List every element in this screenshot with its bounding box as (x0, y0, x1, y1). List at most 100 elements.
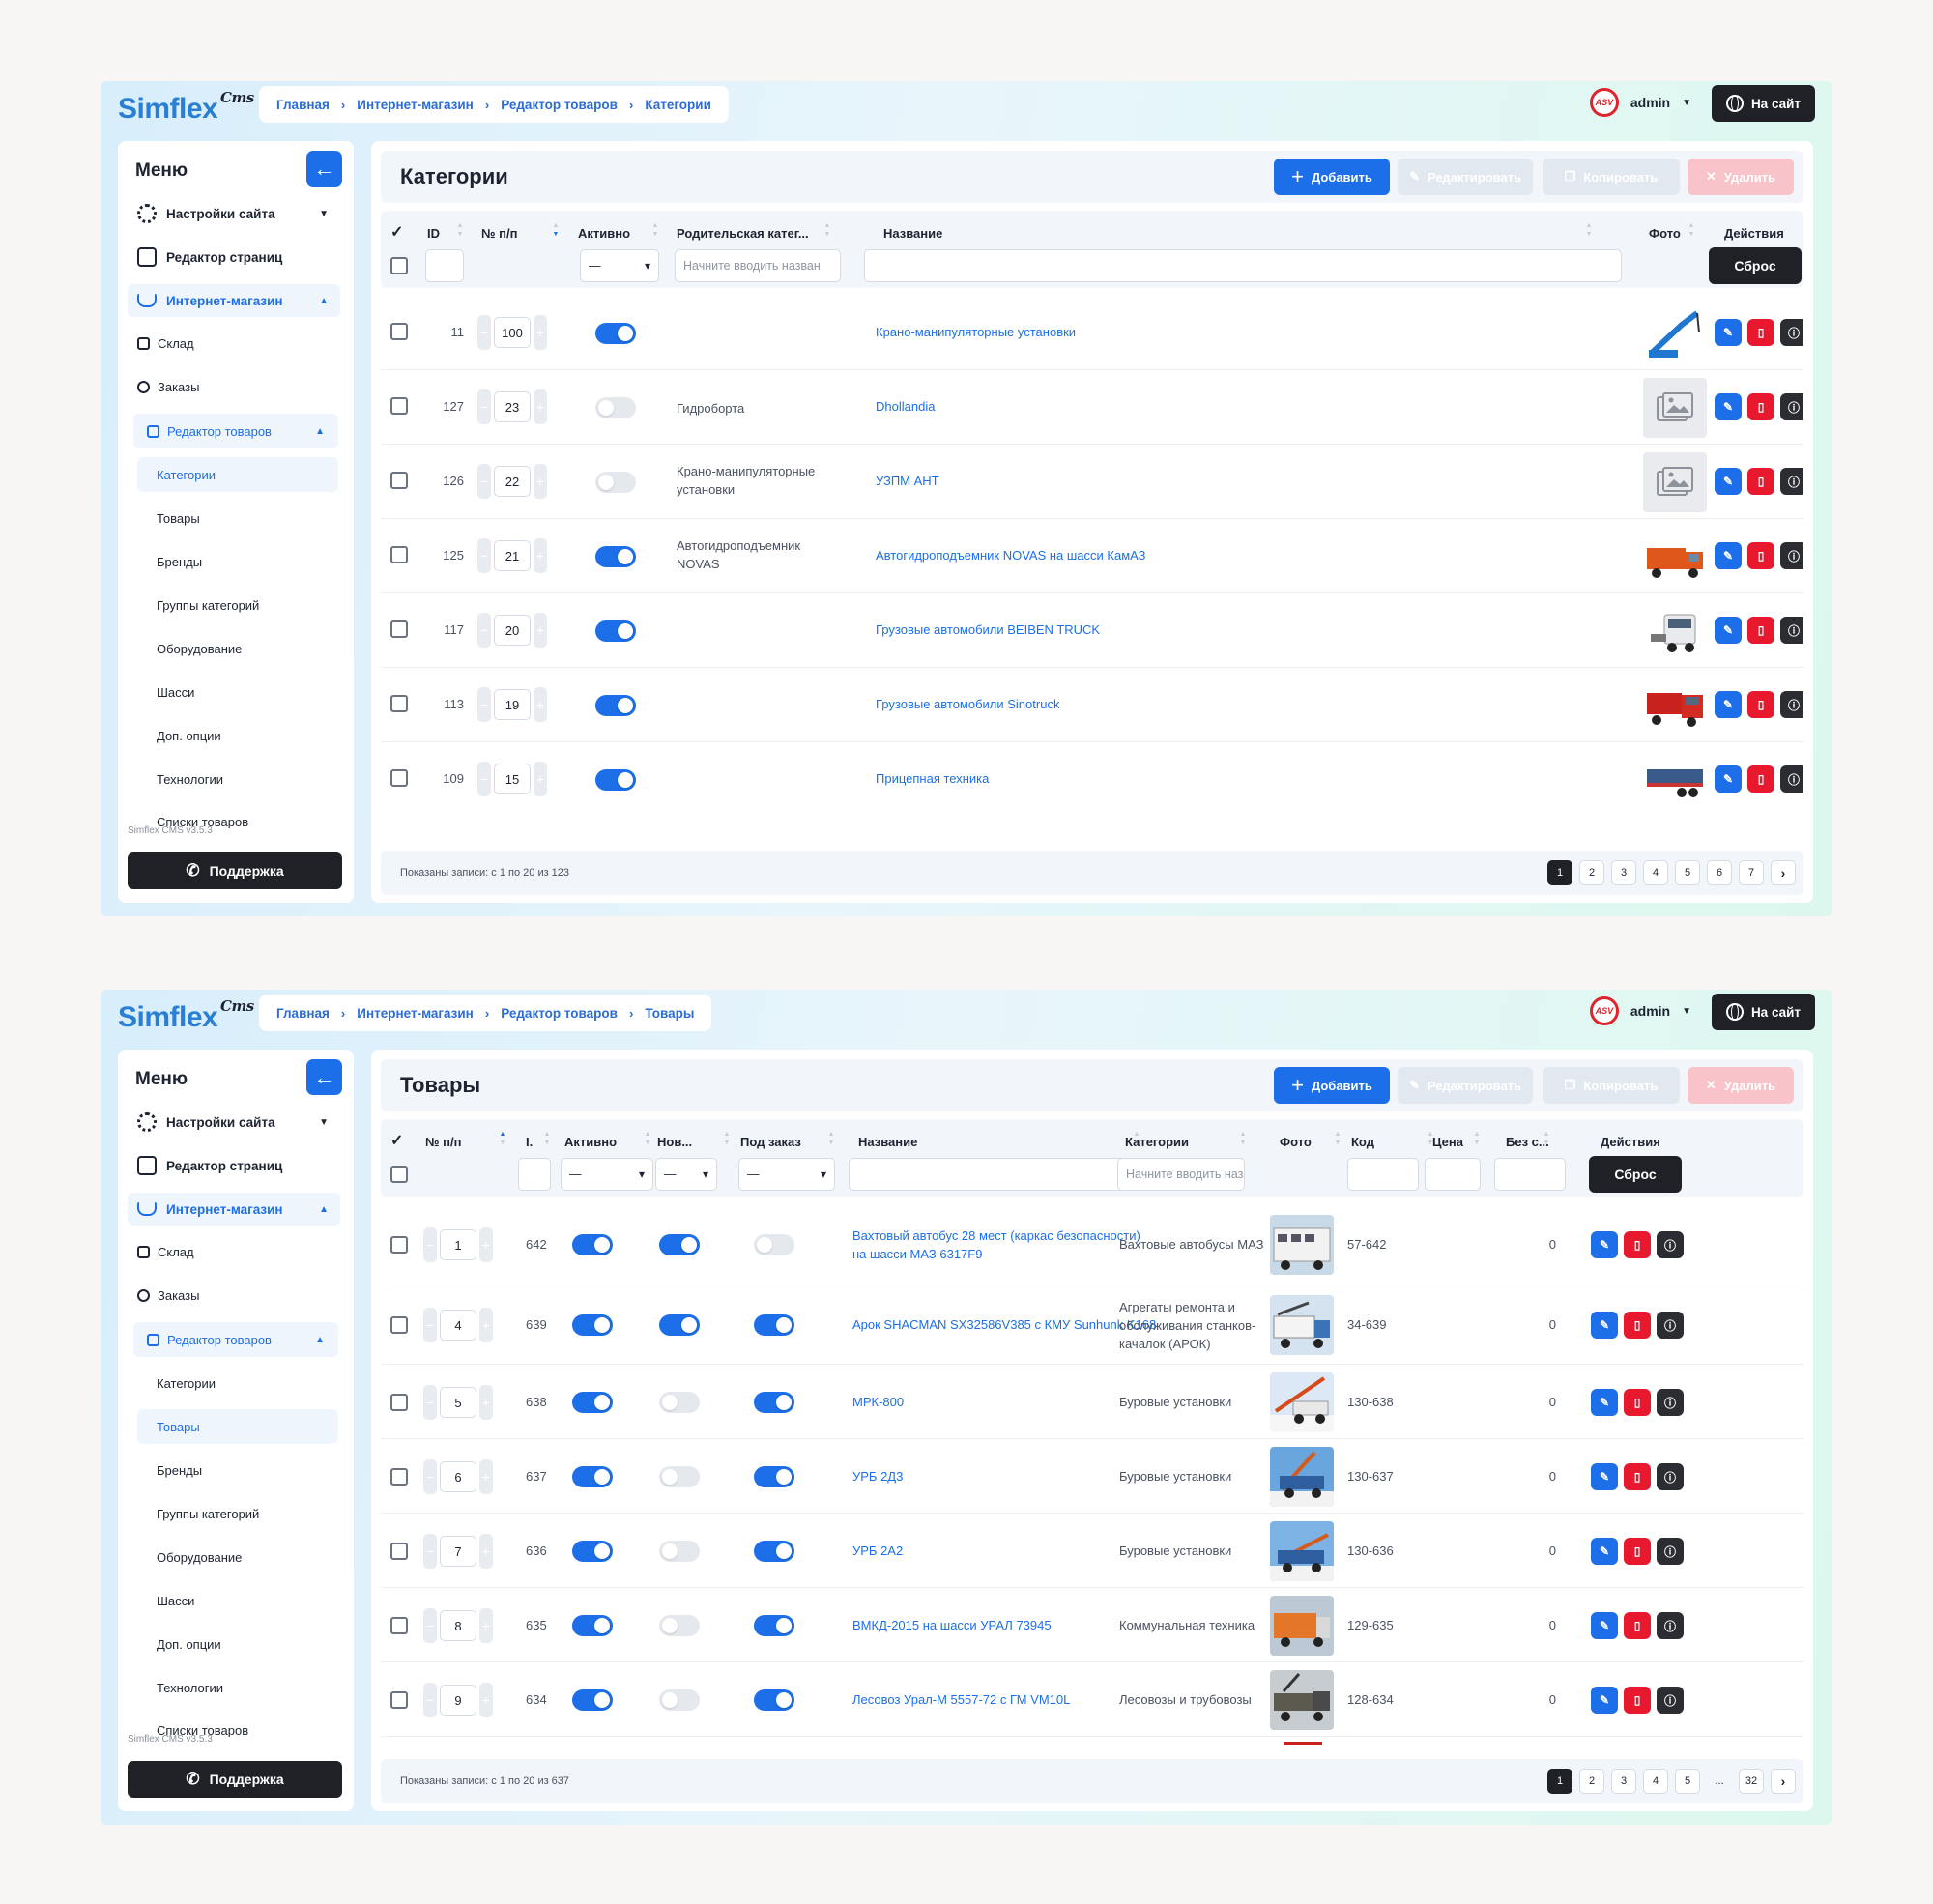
row-edit-button[interactable]: ✎ (1715, 617, 1742, 644)
row-edit-button[interactable]: ✎ (1715, 691, 1742, 718)
active-toggle[interactable] (572, 1234, 613, 1255)
row-info-button[interactable]: ⓘ (1780, 393, 1803, 420)
add-button[interactable]: + Добавить (1274, 1067, 1390, 1104)
position-stepper[interactable]: −100 + (477, 315, 547, 350)
page-button[interactable]: 3 (1611, 860, 1636, 885)
row-info-button[interactable]: ⓘ (1780, 468, 1803, 495)
plus-button[interactable]: + (479, 1534, 493, 1569)
row-checkbox[interactable] (390, 1468, 408, 1486)
plus-button[interactable]: + (534, 389, 547, 424)
row-info-button[interactable]: ⓘ (1780, 319, 1803, 346)
row-edit-button[interactable]: ✎ (1591, 1687, 1618, 1714)
sidebar-item-category-groups[interactable]: Группы категорий (137, 1496, 338, 1531)
sort-desc-icon[interactable]: ▼ (543, 1140, 551, 1147)
sort-desc-icon[interactable]: ▼ (827, 1140, 835, 1147)
plus-button[interactable]: + (479, 1608, 493, 1643)
crumb-shop[interactable]: Интернет-магазин (357, 1006, 474, 1021)
position-input[interactable]: 100 (494, 317, 531, 348)
plus-button[interactable]: + (534, 762, 547, 796)
position-stepper[interactable]: −23 + (477, 389, 547, 424)
filter-id[interactable] (518, 1158, 551, 1191)
sidebar-item-tech[interactable]: Технологии (137, 762, 338, 796)
order-toggle[interactable] (754, 1234, 794, 1255)
column-id[interactable]: I. (526, 1135, 545, 1149)
sort-asc-icon[interactable]: ▲ (499, 1131, 506, 1139)
to-site-button[interactable]: На сайт (1712, 85, 1815, 122)
row-delete-button[interactable]: ▯ (1747, 319, 1774, 346)
sort-asc-icon[interactable]: ▲ (644, 1131, 651, 1139)
position-stepper[interactable]: −22 + (477, 464, 547, 499)
sort-desc-icon[interactable]: ▼ (1334, 1140, 1342, 1147)
row-info-button[interactable]: ⓘ (1780, 765, 1803, 793)
minus-button[interactable]: − (477, 315, 491, 350)
delete-button[interactable]: ✕ Удалить (1688, 159, 1794, 195)
cell-name-link[interactable]: Крано-манипуляторные установки (876, 325, 1076, 339)
row-delete-button[interactable]: ▯ (1747, 393, 1774, 420)
row-edit-button[interactable]: ✎ (1715, 468, 1742, 495)
filter-id[interactable] (425, 249, 464, 282)
new-toggle[interactable] (659, 1234, 700, 1255)
row-info-button[interactable]: ⓘ (1657, 1463, 1684, 1490)
active-toggle[interactable] (595, 472, 636, 493)
table-row[interactable]: −1 +642 Вахтовый автобус 28 мест (каркас б… (381, 1204, 1803, 1284)
position-input[interactable]: 21 (494, 540, 531, 571)
sort-asc-icon[interactable]: ▲ (456, 222, 464, 230)
sort-asc-icon[interactable]: ▲ (1239, 1131, 1247, 1139)
minus-button[interactable]: − (477, 762, 491, 796)
filter-active[interactable]: — ▾ (580, 249, 659, 282)
row-checkbox[interactable] (390, 695, 408, 712)
row-checkbox[interactable] (390, 472, 408, 489)
page-button[interactable]: 1 (1547, 1769, 1572, 1794)
column-id[interactable]: ID (427, 226, 456, 241)
plus-button[interactable]: + (534, 464, 547, 499)
filter-new[interactable]: — ▾ (655, 1158, 717, 1191)
position-input[interactable]: 20 (494, 615, 531, 646)
new-toggle[interactable] (659, 1615, 700, 1636)
position-input[interactable]: 4 (440, 1310, 476, 1341)
sidebar-item-options[interactable]: Доп. опции (137, 718, 338, 753)
sidebar-item-equipment[interactable]: Оборудование (137, 1540, 338, 1574)
cell-name-link[interactable]: Прицепная техника (876, 771, 989, 786)
table-row[interactable]: 109−15 + Прицепная техника ✎ ▯ ⓘ (381, 742, 1803, 798)
new-toggle[interactable] (659, 1541, 700, 1562)
sidebar-item-settings[interactable]: Настройки сайта ▼ (128, 1106, 340, 1139)
sidebar-item-pages[interactable]: Редактор страниц (128, 241, 340, 274)
active-toggle[interactable] (595, 323, 636, 344)
crumb-current[interactable]: Категории (645, 98, 711, 112)
minus-button[interactable]: − (423, 1459, 437, 1494)
sidebar-item-brands[interactable]: Бренды (137, 544, 338, 579)
sort-asc-icon[interactable]: ▲ (827, 1131, 835, 1139)
row-delete-button[interactable]: ▯ (1624, 1538, 1651, 1565)
crumb-current[interactable]: Товары (645, 1006, 694, 1021)
column-code[interactable]: Код (1351, 1135, 1409, 1149)
sort-asc-icon[interactable]: ▲ (552, 222, 560, 230)
sort-desc-icon[interactable]: ▼ (823, 231, 831, 239)
row-delete-button[interactable]: ▯ (1747, 691, 1774, 718)
column-name[interactable]: Название (883, 226, 1173, 241)
page-button[interactable]: 5 (1675, 1769, 1700, 1794)
position-input[interactable]: 9 (440, 1685, 476, 1716)
filter-category[interactable]: Начните вводить назван (1117, 1158, 1245, 1191)
row-checkbox[interactable] (390, 1394, 408, 1411)
row-delete-button[interactable]: ▯ (1747, 765, 1774, 793)
row-delete-button[interactable]: ▯ (1624, 1231, 1651, 1258)
sidebar-item-product-editor[interactable]: Редактор товаров ▲ (133, 1322, 338, 1357)
table-row[interactable]: 113−19 + Грузовые автомобили Sinotruck ✎ ▯ ⓘ (381, 668, 1803, 742)
collapse-menu-button[interactable]: ← (306, 1059, 342, 1095)
column-pos[interactable]: № п/п (425, 1135, 483, 1149)
select-all-checkbox[interactable] (390, 1166, 408, 1183)
position-input[interactable]: 6 (440, 1461, 476, 1492)
crumb-editor[interactable]: Редактор товаров (501, 98, 618, 112)
column-parent[interactable]: Родительская катег... (677, 226, 822, 241)
position-input[interactable]: 22 (494, 466, 531, 497)
row-info-button[interactable]: ⓘ (1657, 1231, 1684, 1258)
row-edit-button[interactable]: ✎ (1591, 1463, 1618, 1490)
row-info-button[interactable]: ⓘ (1780, 691, 1803, 718)
position-stepper[interactable]: −21 + (477, 538, 547, 573)
filter-name[interactable] (849, 1158, 1139, 1191)
table-row[interactable]: −4 +639 Арок SHACMAN SX32586V385 с КМУ Sun… (381, 1284, 1803, 1365)
cell-name-link[interactable]: Dhollandia (876, 399, 935, 414)
page-button[interactable]: 2 (1579, 860, 1604, 885)
filter-order[interactable]: — ▾ (738, 1158, 835, 1191)
row-edit-button[interactable]: ✎ (1715, 542, 1742, 569)
